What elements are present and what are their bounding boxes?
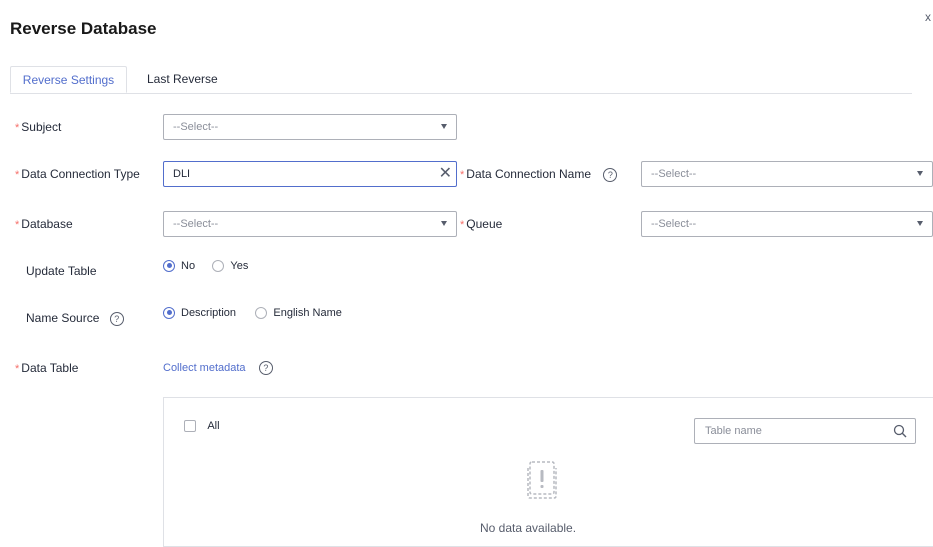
chevron-down-icon <box>441 221 447 226</box>
empty-state-icon <box>527 461 557 499</box>
search-icon[interactable] <box>893 424 907 438</box>
update-table-radio-group: No Yes <box>163 258 248 272</box>
data-connection-type-label: * Data Connection Type <box>15 167 140 181</box>
database-label: * Database <box>15 217 73 231</box>
queue-label: * Queue <box>460 217 503 231</box>
queue-select[interactable]: --Select-- <box>641 211 933 237</box>
close-icon[interactable]: x <box>925 10 931 24</box>
collect-metadata-row: Collect metadata ? <box>163 360 273 375</box>
radio-button[interactable] <box>163 259 175 272</box>
subject-select[interactable]: --Select-- <box>163 114 457 140</box>
required-mark: * <box>15 363 20 375</box>
empty-state-text: No data available. <box>480 521 577 535</box>
collect-metadata-link[interactable]: Collect metadata <box>163 362 246 374</box>
help-icon[interactable]: ? <box>109 311 124 326</box>
tab-reverse-settings[interactable]: Reverse Settings <box>10 66 127 93</box>
chevron-down-icon <box>917 221 923 226</box>
radio-option-no[interactable]: No <box>163 258 195 272</box>
name-source-radio-group: Description English Name <box>163 305 342 319</box>
subject-label: * Subject <box>15 120 62 134</box>
radio-option-english-name[interactable]: English Name <box>255 305 342 319</box>
select-all-checkbox[interactable] <box>184 419 196 432</box>
required-mark: * <box>460 219 465 231</box>
radio-button[interactable] <box>255 306 268 319</box>
data-connection-name-label: * Data Connection Name ? <box>460 167 618 182</box>
required-mark: * <box>15 122 20 134</box>
data-connection-name-select[interactable]: --Select-- <box>641 161 933 187</box>
required-mark: * <box>15 219 20 231</box>
data-table-label: * Data Table <box>15 361 79 375</box>
tab-bar: Reverse Settings Last Reverse <box>10 66 912 94</box>
required-mark: * <box>15 169 20 181</box>
chevron-down-icon <box>441 124 447 129</box>
help-icon[interactable]: ? <box>258 360 273 375</box>
tab-last-reverse[interactable]: Last Reverse <box>137 66 228 93</box>
clear-icon[interactable]: ✕ <box>439 162 452 186</box>
radio-button[interactable] <box>212 259 225 272</box>
radio-button[interactable] <box>163 306 175 319</box>
data-connection-type-select[interactable]: DLI ✕ <box>163 161 457 187</box>
database-select[interactable]: --Select-- <box>163 211 457 237</box>
table-name-search-input[interactable]: Table name <box>694 418 916 444</box>
help-icon[interactable]: ? <box>603 167 618 182</box>
chevron-down-icon <box>917 171 923 176</box>
radio-option-yes[interactable]: Yes <box>212 258 248 272</box>
select-all-checkbox-row[interactable]: All <box>184 418 220 432</box>
name-source-label: Name Source ? <box>26 311 124 326</box>
radio-option-description[interactable]: Description <box>163 305 236 319</box>
update-table-label: Update Table <box>26 264 97 278</box>
required-mark: * <box>460 169 465 181</box>
dialog-title: Reverse Database <box>10 19 157 38</box>
